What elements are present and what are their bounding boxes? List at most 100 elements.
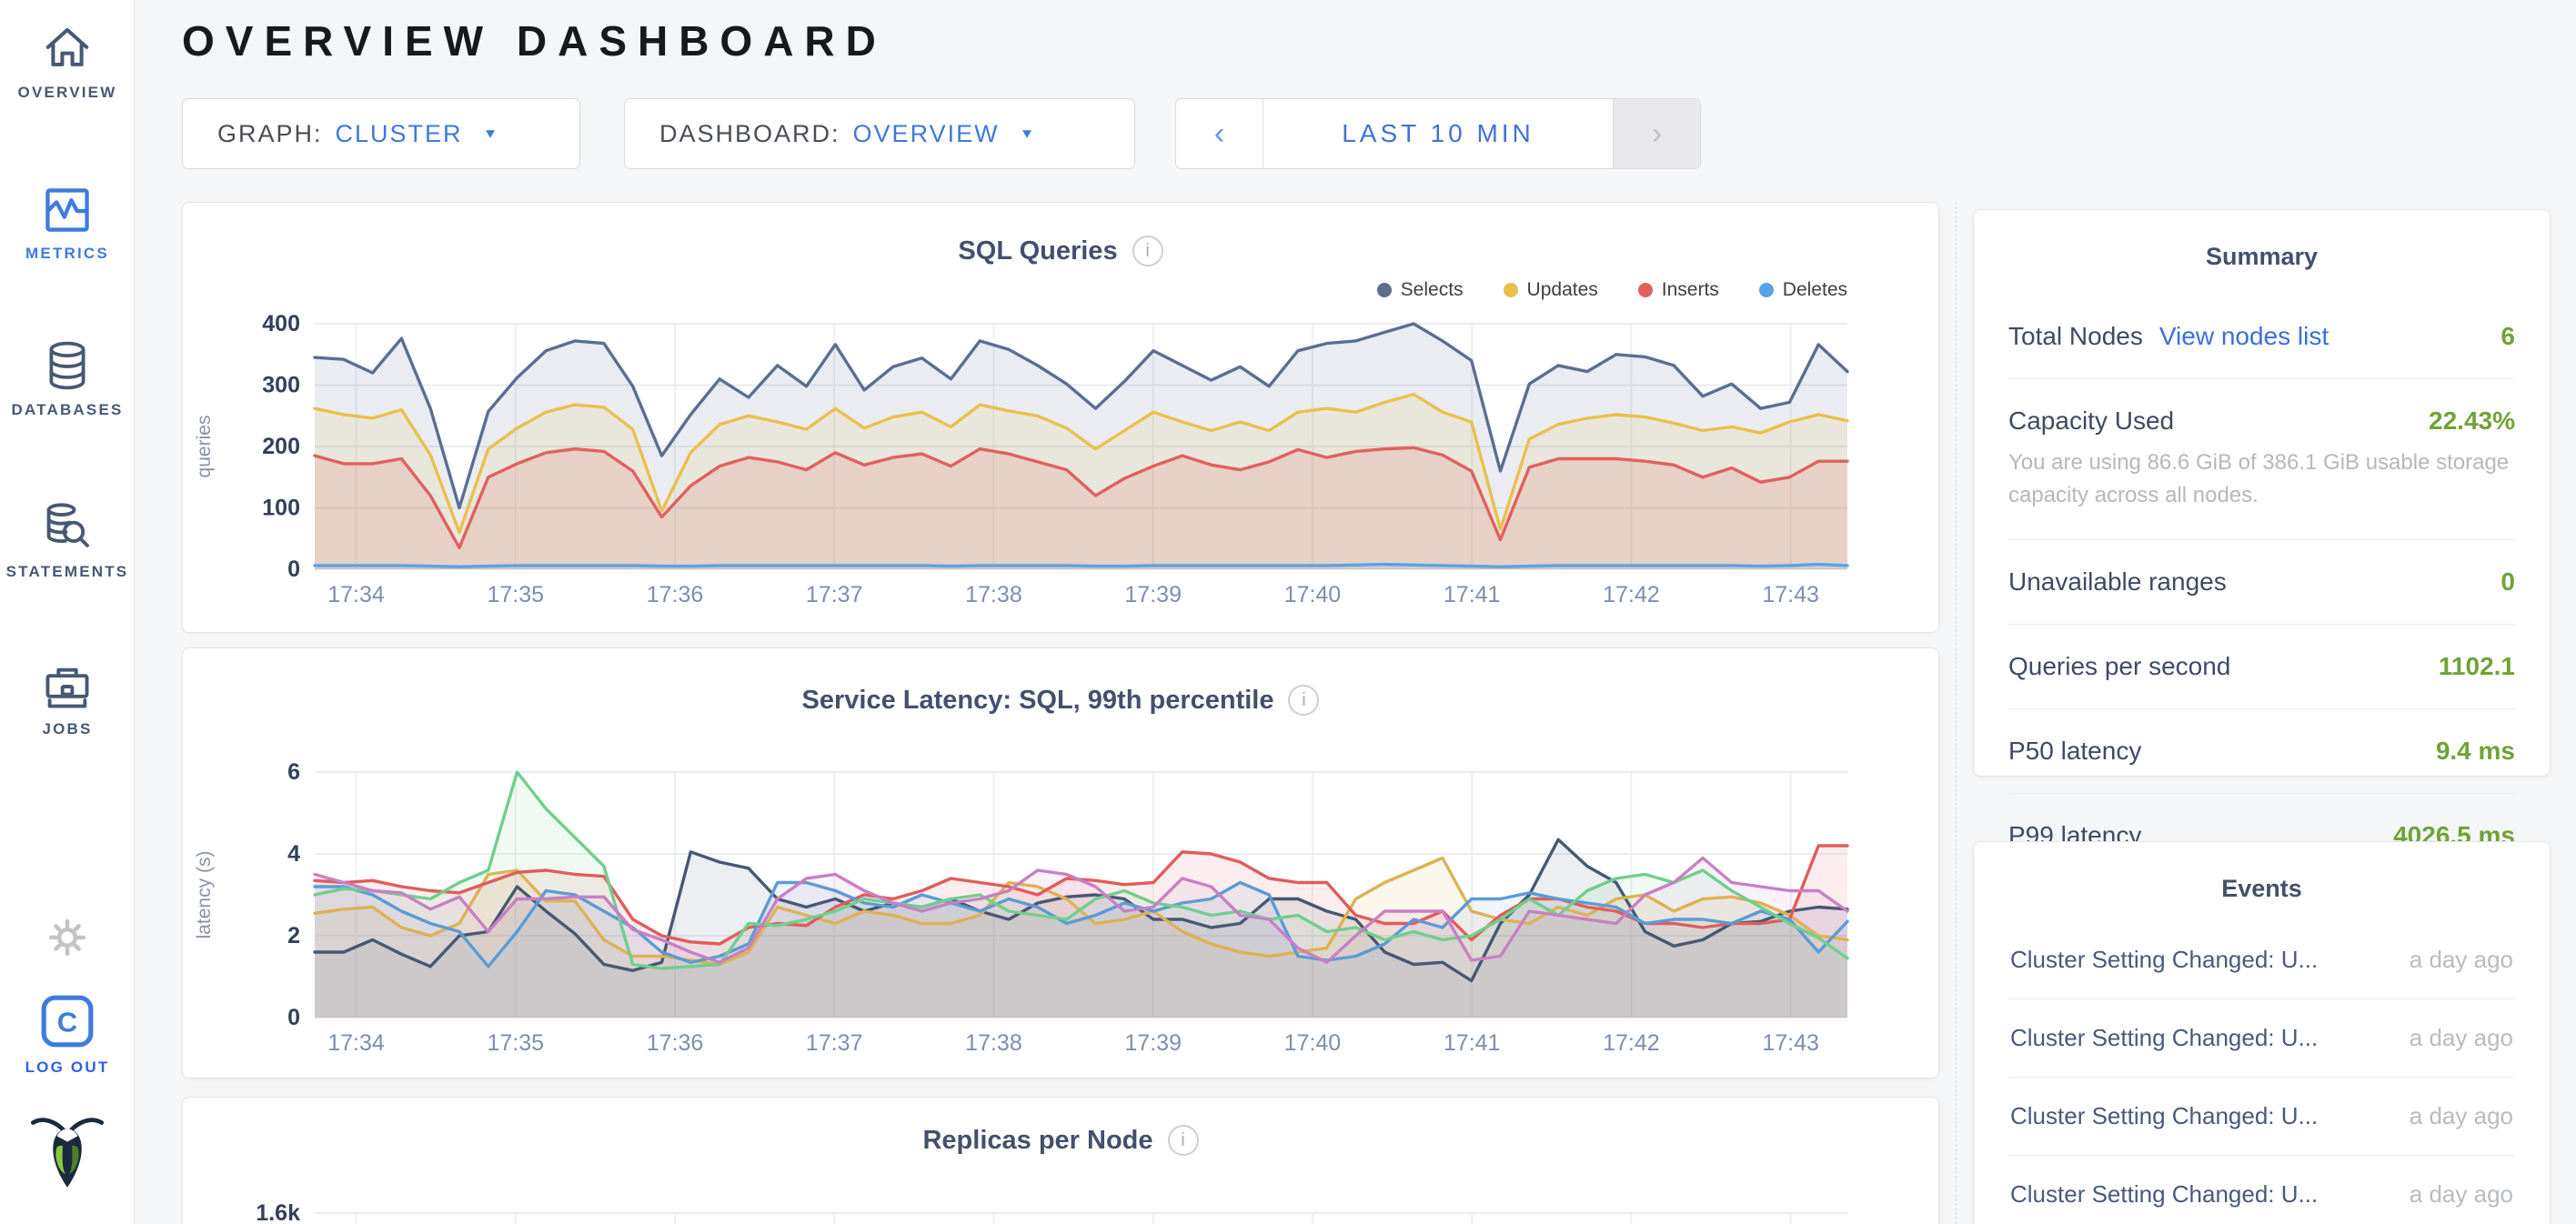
svg-text:17:39: 17:39 bbox=[1124, 1030, 1182, 1056]
svg-text:17:42: 17:42 bbox=[1603, 1030, 1660, 1056]
event-text[interactable]: Cluster Setting Changed: U... bbox=[2010, 946, 2318, 974]
summary-value: 9.4 ms bbox=[2436, 737, 2515, 766]
svg-text:1.6k: 1.6k bbox=[256, 1200, 300, 1224]
svg-text:17:35: 17:35 bbox=[487, 1030, 544, 1056]
replicas-per-node-chart[interactable]: 1.6k bbox=[183, 1181, 1938, 1224]
capacity-description: You are using 86.6 GiB of 386.1 GiB usab… bbox=[2008, 446, 2515, 512]
event-row: Cluster Setting Changed: U... a day ago bbox=[2008, 1156, 2515, 1224]
svg-text:0: 0 bbox=[287, 557, 300, 582]
legend-dot-icon bbox=[1504, 283, 1518, 297]
events-list: Cluster Setting Changed: U... a day ago … bbox=[2008, 921, 2515, 1224]
summary-value: 22.43% bbox=[2429, 406, 2515, 436]
graph-dropdown[interactable]: GRAPH: CLUSTER ▼ bbox=[182, 98, 580, 169]
right-rail: Summary Total Nodes View nodes list 6 Ca… bbox=[1956, 202, 2576, 1224]
legend-dot-icon bbox=[1377, 283, 1392, 297]
svg-text:17:38: 17:38 bbox=[965, 1030, 1022, 1056]
event-text[interactable]: Cluster Setting Changed: U... bbox=[2010, 1102, 2318, 1130]
event-row: Cluster Setting Changed: U... a day ago bbox=[2008, 999, 2515, 1078]
time-range-selector: ‹ LAST 10 MIN › bbox=[1175, 98, 1701, 169]
svg-text:6: 6 bbox=[287, 759, 300, 785]
events-title: Events bbox=[2008, 842, 2515, 903]
metrics-chart-icon bbox=[42, 185, 93, 236]
chevron-down-icon: ▼ bbox=[1020, 126, 1035, 142]
summary-label: Capacity Used bbox=[2008, 406, 2174, 436]
sidebar-item-label: OVERVIEW bbox=[18, 84, 117, 102]
time-prev-button[interactable]: ‹ bbox=[1176, 99, 1263, 168]
legend-dot-icon bbox=[1759, 283, 1774, 297]
svg-text:latency (s): latency (s) bbox=[194, 851, 215, 939]
summary-row-p50: P50 latency 9.4 ms bbox=[2008, 708, 2515, 793]
svg-text:4: 4 bbox=[287, 841, 300, 867]
sidebar-item-overview[interactable]: OVERVIEW bbox=[0, 22, 135, 102]
sidebar-item-jobs[interactable]: JOBS bbox=[0, 662, 135, 738]
svg-text:17:37: 17:37 bbox=[806, 1030, 863, 1056]
dashboard-dropdown[interactable]: DASHBOARD: OVERVIEW ▼ bbox=[624, 98, 1135, 169]
legend-item: Selects bbox=[1377, 279, 1464, 301]
summary-value: 1102.1 bbox=[2439, 652, 2515, 681]
summary-row-qps: Queries per second 1102.1 bbox=[2008, 624, 2515, 708]
cockroach-c-icon: C bbox=[39, 993, 96, 1049]
sql-queries-card: SQL Queries i Selects Updates Inserts bbox=[182, 202, 1939, 633]
svg-text:queries: queries bbox=[194, 416, 215, 478]
sidebar-item-label: DATABASES bbox=[11, 401, 123, 419]
sql-queries-chart[interactable]: 010020030040017:3417:3517:3617:3717:3817… bbox=[183, 301, 1938, 610]
time-range-value[interactable]: LAST 10 MIN bbox=[1263, 99, 1613, 168]
info-icon[interactable]: i bbox=[1132, 236, 1163, 266]
settings-gear-button[interactable] bbox=[0, 917, 135, 958]
svg-text:0: 0 bbox=[287, 1005, 300, 1030]
logout-label: LOG OUT bbox=[25, 1058, 110, 1077]
view-nodes-list-link[interactable]: View nodes list bbox=[2159, 322, 2329, 351]
svg-text:17:40: 17:40 bbox=[1284, 1030, 1342, 1056]
summary-row-total-nodes: Total Nodes View nodes list 6 bbox=[2008, 295, 2515, 378]
cockroach-logo[interactable] bbox=[0, 1111, 135, 1191]
svg-text:400: 400 bbox=[262, 311, 300, 336]
summary-panel: Summary Total Nodes View nodes list 6 Ca… bbox=[1973, 209, 2551, 777]
legend-item: Deletes bbox=[1759, 279, 1847, 301]
sidebar-item-label: JOBS bbox=[42, 720, 92, 738]
chart-title: Replicas per Node bbox=[922, 1126, 1152, 1156]
sidebar-item-label: STATEMENTS bbox=[6, 563, 129, 581]
events-panel: Events Cluster Setting Changed: U... a d… bbox=[1973, 841, 2551, 1224]
event-text[interactable]: Cluster Setting Changed: U... bbox=[2010, 1024, 2318, 1052]
event-row: Cluster Setting Changed: U... a day ago bbox=[2008, 1078, 2515, 1156]
info-icon[interactable]: i bbox=[1288, 685, 1319, 716]
svg-text:2: 2 bbox=[287, 923, 300, 948]
app-root: OVERVIEW METRICS DATABASES bbox=[0, 0, 2576, 1224]
chart-header: Replicas per Node i bbox=[183, 1125, 1938, 1156]
event-timestamp: a day ago bbox=[2410, 1024, 2513, 1052]
event-timestamp: a day ago bbox=[2410, 1180, 2513, 1209]
sidebar-item-metrics[interactable]: METRICS bbox=[0, 185, 135, 263]
svg-text:17:36: 17:36 bbox=[647, 1030, 704, 1056]
legend-dot-icon bbox=[1638, 283, 1653, 297]
svg-text:17:37: 17:37 bbox=[806, 582, 863, 607]
logout-button[interactable]: C LOG OUT bbox=[0, 993, 135, 1077]
sidebar-item-statements[interactable]: STATEMENTS bbox=[0, 501, 135, 581]
briefcase-icon bbox=[42, 662, 93, 711]
svg-text:17:40: 17:40 bbox=[1284, 582, 1342, 607]
svg-text:200: 200 bbox=[262, 434, 300, 459]
svg-text:17:38: 17:38 bbox=[965, 582, 1022, 607]
svg-text:C: C bbox=[57, 1006, 77, 1038]
time-next-button[interactable]: › bbox=[1613, 99, 1700, 168]
summary-value: 0 bbox=[2501, 567, 2515, 597]
sidebar-item-label: METRICS bbox=[25, 245, 109, 263]
sidebar-item-databases[interactable]: DATABASES bbox=[0, 339, 135, 419]
service-latency-card: Service Latency: SQL, 99th percentile i … bbox=[182, 647, 1939, 1079]
info-icon[interactable]: i bbox=[1168, 1125, 1199, 1156]
chart-header: Service Latency: SQL, 99th percentile i bbox=[183, 685, 1938, 716]
chart-title: Service Latency: SQL, 99th percentile bbox=[802, 686, 1274, 716]
dashboard-dropdown-value: OVERVIEW bbox=[853, 120, 1000, 148]
event-timestamp: a day ago bbox=[2410, 946, 2513, 974]
gear-icon bbox=[46, 917, 88, 958]
chart-legend: Selects Updates Inserts Deletes bbox=[1377, 279, 1847, 301]
svg-text:17:35: 17:35 bbox=[487, 582, 544, 607]
legend-item: Updates bbox=[1504, 279, 1598, 301]
service-latency-chart[interactable]: 024617:3417:3517:3617:3717:3817:3917:401… bbox=[183, 754, 1938, 1058]
chevron-down-icon: ▼ bbox=[483, 126, 498, 142]
sidebar: OVERVIEW METRICS DATABASES bbox=[0, 0, 135, 1224]
graph-dropdown-value: CLUSTER bbox=[336, 120, 463, 148]
graph-dropdown-label: GRAPH: bbox=[217, 120, 323, 148]
chart-header: SQL Queries i bbox=[183, 236, 1938, 266]
event-text[interactable]: Cluster Setting Changed: U... bbox=[2010, 1180, 2318, 1209]
chart-title: SQL Queries bbox=[958, 236, 1117, 266]
